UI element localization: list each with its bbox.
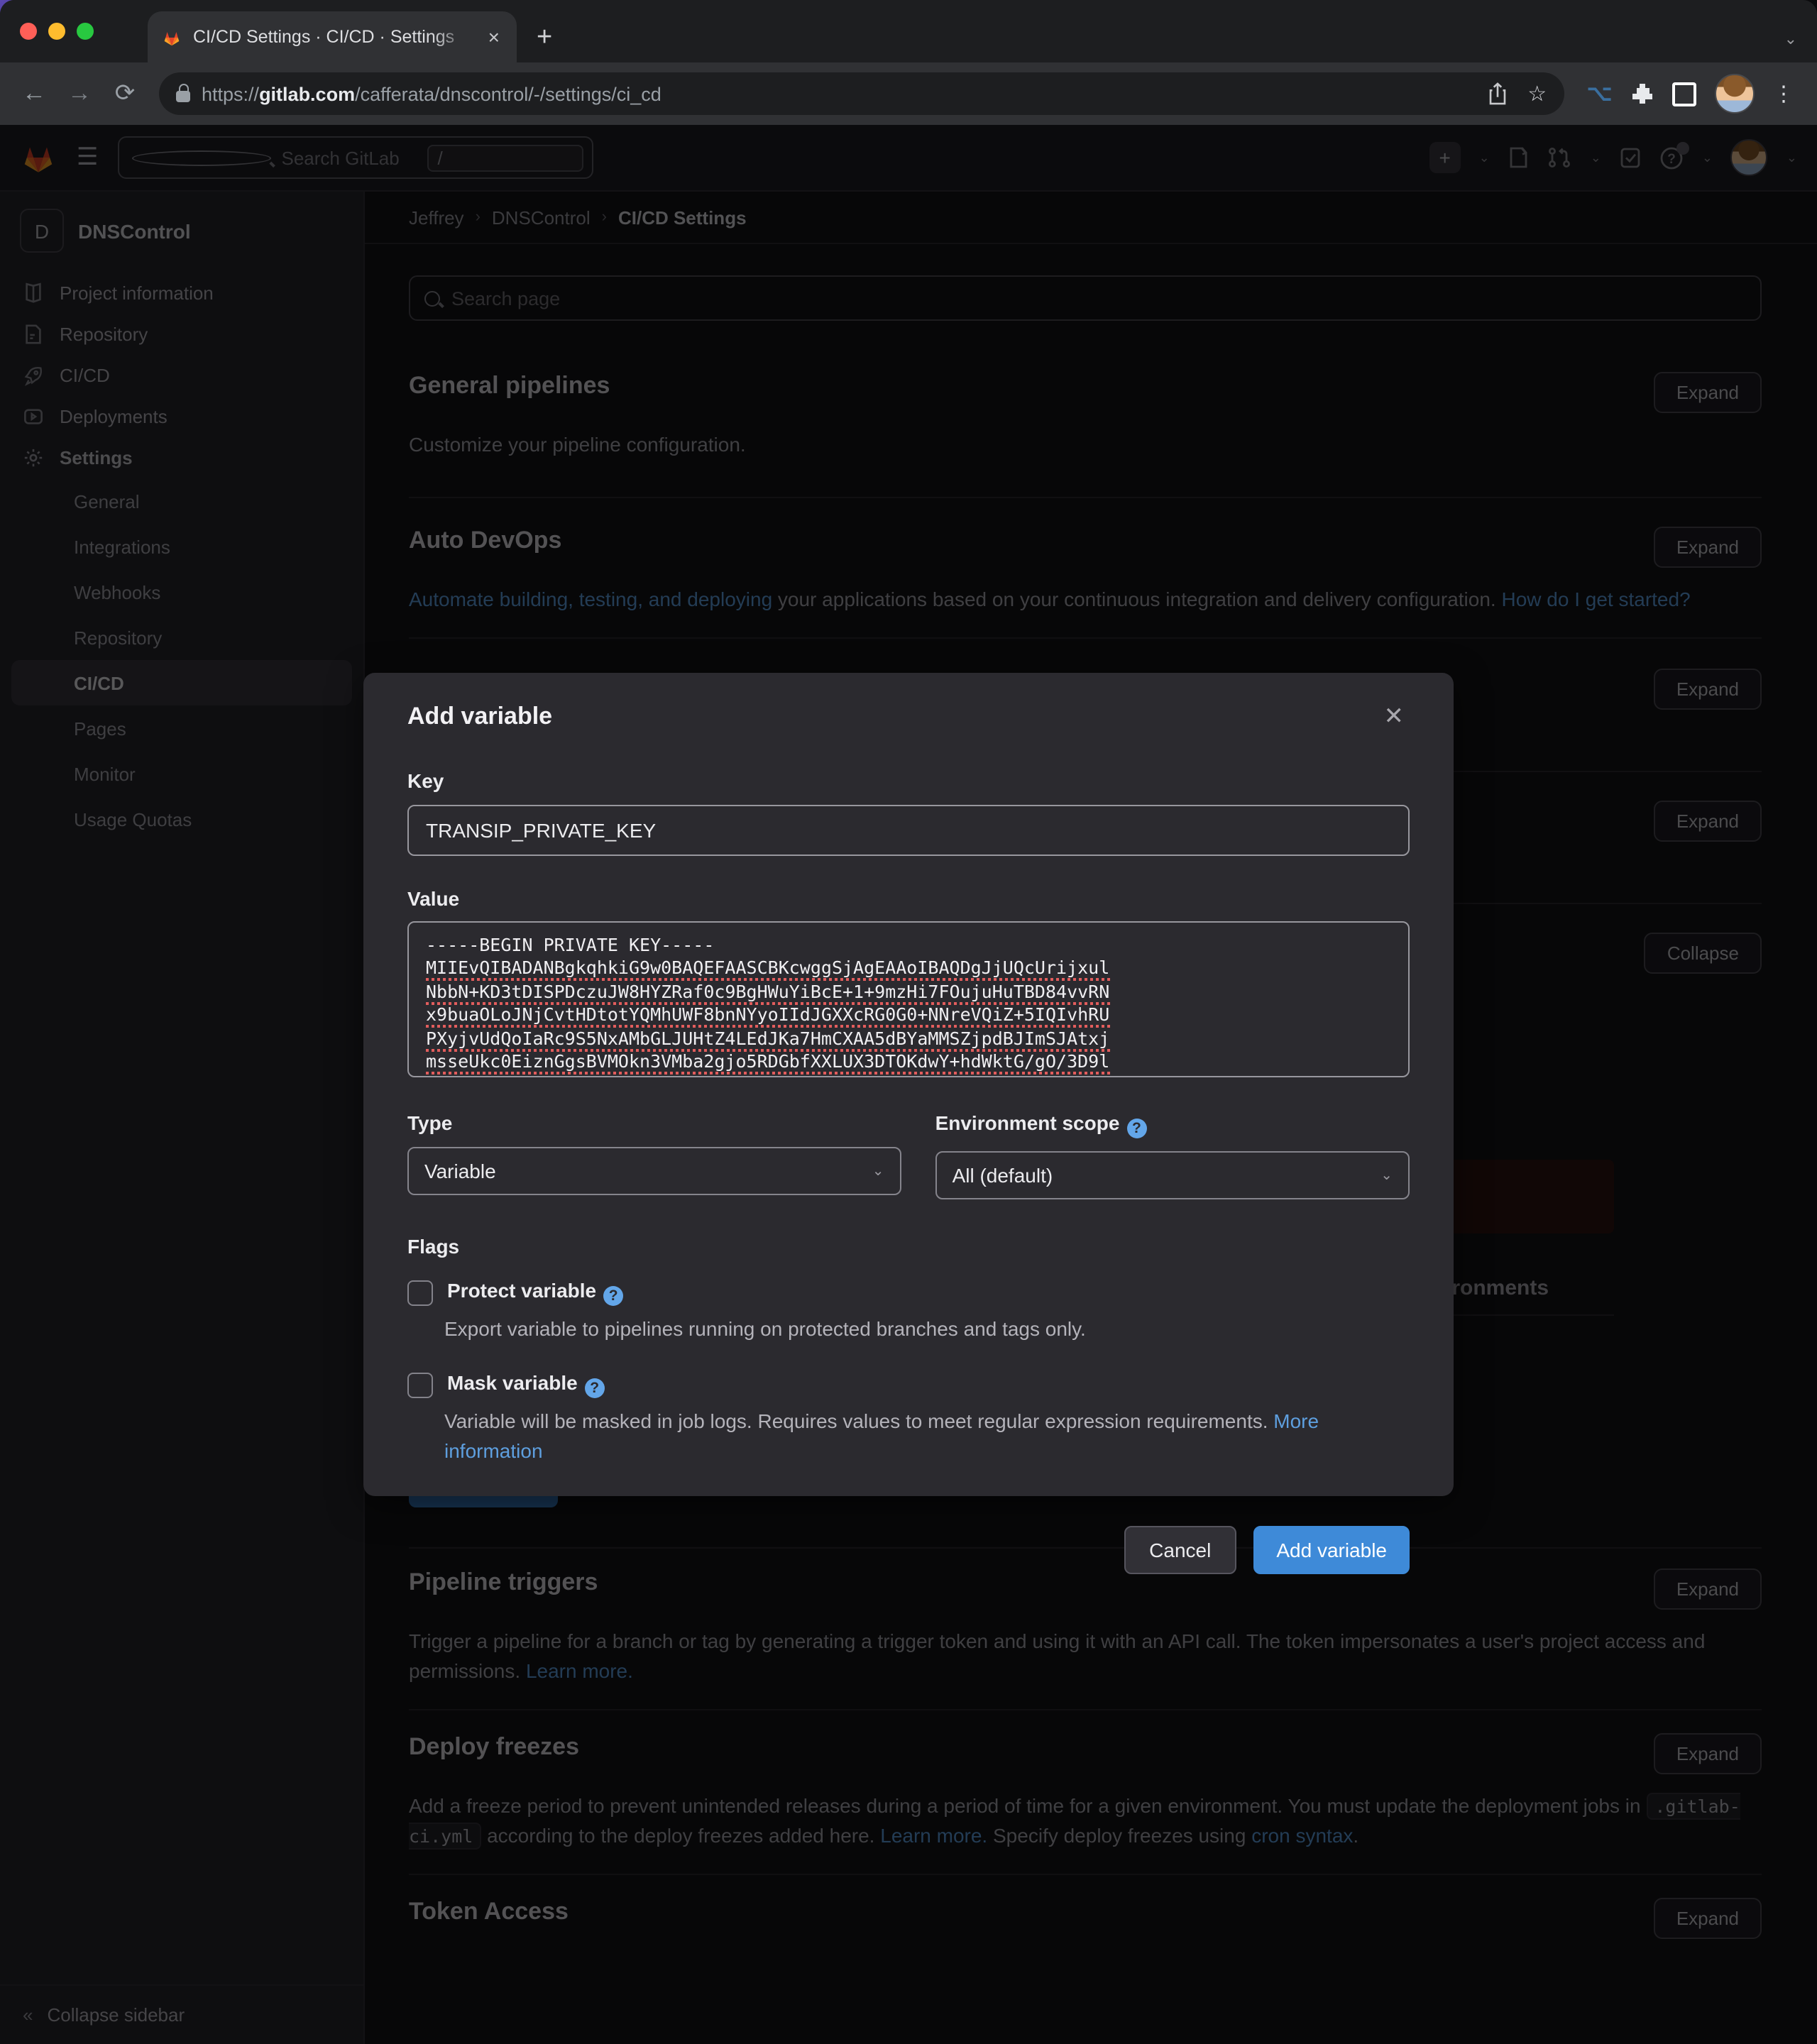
type-label: Type xyxy=(407,1111,453,1134)
cancel-button[interactable]: Cancel xyxy=(1124,1526,1237,1574)
puzzle-extensions-icon[interactable] xyxy=(1631,82,1654,105)
browser-tab[interactable]: CI/CD Settings · CI/CD · Settings × xyxy=(148,11,517,62)
help-icon[interactable]: ? xyxy=(1126,1119,1147,1138)
lock-icon[interactable] xyxy=(176,84,190,102)
private-key-line: PXyjvUdQoIaRc9S5NxAMbGLJUHtZ4LEdJKa7HmCX… xyxy=(426,1027,1391,1052)
browser-toolbar: ← → ⟳ https://gitlab.com/cafferata/dnsco… xyxy=(0,62,1817,125)
private-key-line: x9buaOLoJNjCvtHDtotYQMhUWF8bnNYyoIIdJGXX… xyxy=(426,1004,1391,1028)
chevron-down-icon: ⌄ xyxy=(872,1163,884,1179)
share-icon[interactable] xyxy=(1488,82,1508,105)
private-key-line: -----BEGIN PRIVATE KEY----- xyxy=(426,934,715,955)
bookmark-star-icon[interactable]: ☆ xyxy=(1527,81,1547,106)
window-controls xyxy=(0,0,114,62)
extensions-area: ⌥ ⋮ xyxy=(1578,74,1803,114)
add-variable-modal: Add variable ✕ Key TRANSIP_PRIVATE_KEY V… xyxy=(363,673,1454,1574)
help-icon[interactable]: ? xyxy=(584,1378,605,1398)
new-tab-button[interactable]: + xyxy=(537,23,552,54)
browser-menu-icon[interactable]: ⋮ xyxy=(1773,81,1794,106)
address-bar[interactable]: https://gitlab.com/cafferata/dnscontrol/… xyxy=(159,72,1564,115)
tab-strip: CI/CD Settings · CI/CD · Settings × + ⌄ xyxy=(0,0,1817,62)
private-key-line: OY2tt4YcktauD9JXEy1HkuSN0yEqNEAt4cEHl5Y4… xyxy=(426,1073,1391,1076)
protect-variable-label: Protect variable? xyxy=(447,1279,624,1306)
mask-variable-checkbox[interactable] xyxy=(407,1372,433,1397)
tab-list-chevron-icon[interactable]: ⌄ xyxy=(1784,30,1797,48)
desktop: CI/CD Settings · CI/CD · Settings × + ⌄ … xyxy=(0,0,1817,2044)
mask-variable-desc: Variable will be masked in job logs. Req… xyxy=(444,1410,1319,1462)
flags-label: Flags xyxy=(407,1235,460,1258)
mask-variable-label: Mask variable? xyxy=(447,1371,605,1398)
zoom-window-button[interactable] xyxy=(77,23,94,40)
environment-scope-label: Environment scope? xyxy=(935,1111,1410,1138)
environment-scope-select[interactable]: All (default) ⌄ xyxy=(935,1151,1410,1199)
type-select[interactable]: Variable ⌄ xyxy=(407,1147,901,1195)
branch-extension-icon[interactable]: ⌥ xyxy=(1586,79,1613,108)
tab-title: CI/CD Settings · CI/CD · Settings xyxy=(193,27,471,47)
submit-add-variable-button[interactable]: Add variable xyxy=(1253,1526,1410,1574)
side-panel-icon[interactable] xyxy=(1672,82,1696,106)
minimize-window-button[interactable] xyxy=(48,23,65,40)
key-label: Key xyxy=(407,769,444,792)
modal-title: Add variable xyxy=(407,702,553,729)
browser-window: CI/CD Settings · CI/CD · Settings × + ⌄ … xyxy=(0,0,1817,2044)
browser-profile-avatar[interactable] xyxy=(1715,74,1755,114)
gitlab-favicon-icon xyxy=(164,31,180,45)
help-icon[interactable]: ? xyxy=(603,1286,624,1306)
reload-button[interactable]: ⟳ xyxy=(105,79,145,108)
forward-button[interactable]: → xyxy=(60,79,99,108)
url-text: https://gitlab.com/cafferata/dnscontrol/… xyxy=(202,83,662,104)
key-input[interactable]: TRANSIP_PRIVATE_KEY xyxy=(407,805,1410,856)
private-key-line: msseUkc0EiznGgsBVMOkn3VMba2gjo5RDGbfXXLU… xyxy=(426,1050,1391,1075)
protect-variable-desc: Export variable to pipelines running on … xyxy=(444,1317,1086,1340)
close-tab-icon[interactable]: × xyxy=(483,24,505,50)
value-label: Value xyxy=(407,887,460,910)
gitlab-page: ☰ Search GitLab / + ⌄ ⌄ ? ⌄ ⌄ xyxy=(0,125,1817,2044)
close-window-button[interactable] xyxy=(20,23,37,40)
private-key-line: NbbN+KD3tDISPDczuJW8HYZRaf0c9BgHWuYiBcE+… xyxy=(426,980,1391,1005)
close-modal-icon[interactable]: ✕ xyxy=(1378,701,1410,731)
private-key-line: MIIEvQIBADANBgkqhkiG9w0BAQEFAASCBKcwggSj… xyxy=(426,957,1391,982)
protect-variable-checkbox[interactable] xyxy=(407,1280,433,1305)
back-button[interactable]: ← xyxy=(14,79,54,108)
value-textarea[interactable]: -----BEGIN PRIVATE KEY----- MIIEvQIBADAN… xyxy=(407,921,1410,1077)
chevron-down-icon: ⌄ xyxy=(1380,1167,1393,1183)
